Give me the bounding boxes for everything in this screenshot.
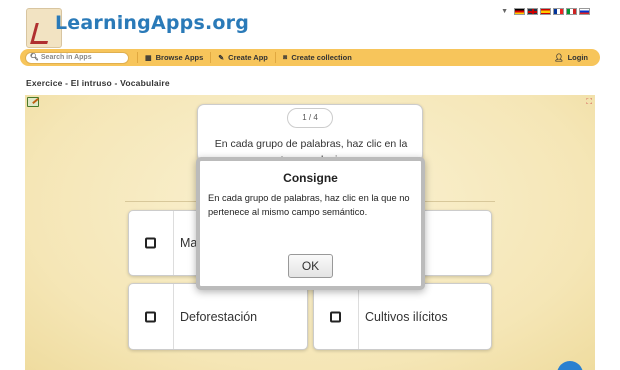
search-icon: 🔍︎ [30,53,39,61]
page-counter: 1 / 4 [287,108,333,128]
create-app-label: Create App [228,53,268,62]
flag-russian-icon[interactable] [579,8,590,15]
browse-apps-label: Browse Apps [155,53,204,62]
learningapps-logo[interactable]: LearningApps.org [26,2,249,50]
language-selector[interactable]: ▼ [501,8,590,15]
create-app-link[interactable]: ✎ Create App [210,52,275,63]
user-icon: 👤︎ [554,53,564,62]
search-placeholder: Search in Apps [40,53,92,61]
flag-french-icon[interactable] [553,8,564,15]
checkbox[interactable] [145,237,156,249]
logo-text: LearningApps.org [55,12,250,34]
page: LearningApps.org ▼ 🔍︎ Search in Apps ▦ B… [0,0,620,370]
create-collection-label: Create collection [291,53,352,62]
flag-spanish-icon[interactable] [540,8,551,15]
instruction-card: 1 / 4 En cada grupo de palabras, haz cli… [197,104,423,182]
create-collection-link[interactable]: ⧈ Create collection [274,52,359,63]
page-title: Exercice - El intruso - Vocabulaire [26,78,170,88]
fullscreen-icon[interactable]: ⛶ [586,97,592,107]
option-card[interactable]: Cultivos ilícitos [313,283,492,350]
grid-icon: ▦ [145,54,152,62]
ok-button[interactable]: OK [288,254,333,278]
login-link[interactable]: 👤︎ Login [554,53,588,62]
help-button[interactable] [557,361,583,370]
dropdown-arrow-icon[interactable]: ▼ [501,8,508,15]
flag-italian-icon[interactable] [566,8,577,15]
option-label: Ma [180,236,198,250]
option-label: Cultivos ilícitos [365,309,448,324]
pencil-icon: ✎ [218,54,225,62]
dialog-body: En cada grupo de palabras, haz clic en l… [208,193,410,217]
flag-german-icon[interactable] [514,8,525,15]
instructions-dialog: Consigne En cada grupo de palabras, haz … [196,157,425,290]
dialog-title: Consigne [283,171,338,185]
browse-apps-link[interactable]: ▦ Browse Apps [137,52,210,63]
flag-english-icon[interactable] [527,8,538,15]
checkbox[interactable] [330,311,341,322]
search-input[interactable]: 🔍︎ Search in Apps [25,51,129,64]
card-separator [358,284,359,349]
option-label: Deforestación [180,309,258,324]
option-card[interactable]: Deforestación [128,283,308,350]
collection-icon: ⧈ [282,53,288,61]
card-separator [173,284,174,349]
edit-icon[interactable] [27,97,39,107]
login-label: Login [567,53,588,62]
checkbox[interactable] [145,311,156,322]
card-separator [173,211,174,275]
nav-bar: 🔍︎ Search in Apps ▦ Browse Apps ✎ Create… [20,49,600,66]
